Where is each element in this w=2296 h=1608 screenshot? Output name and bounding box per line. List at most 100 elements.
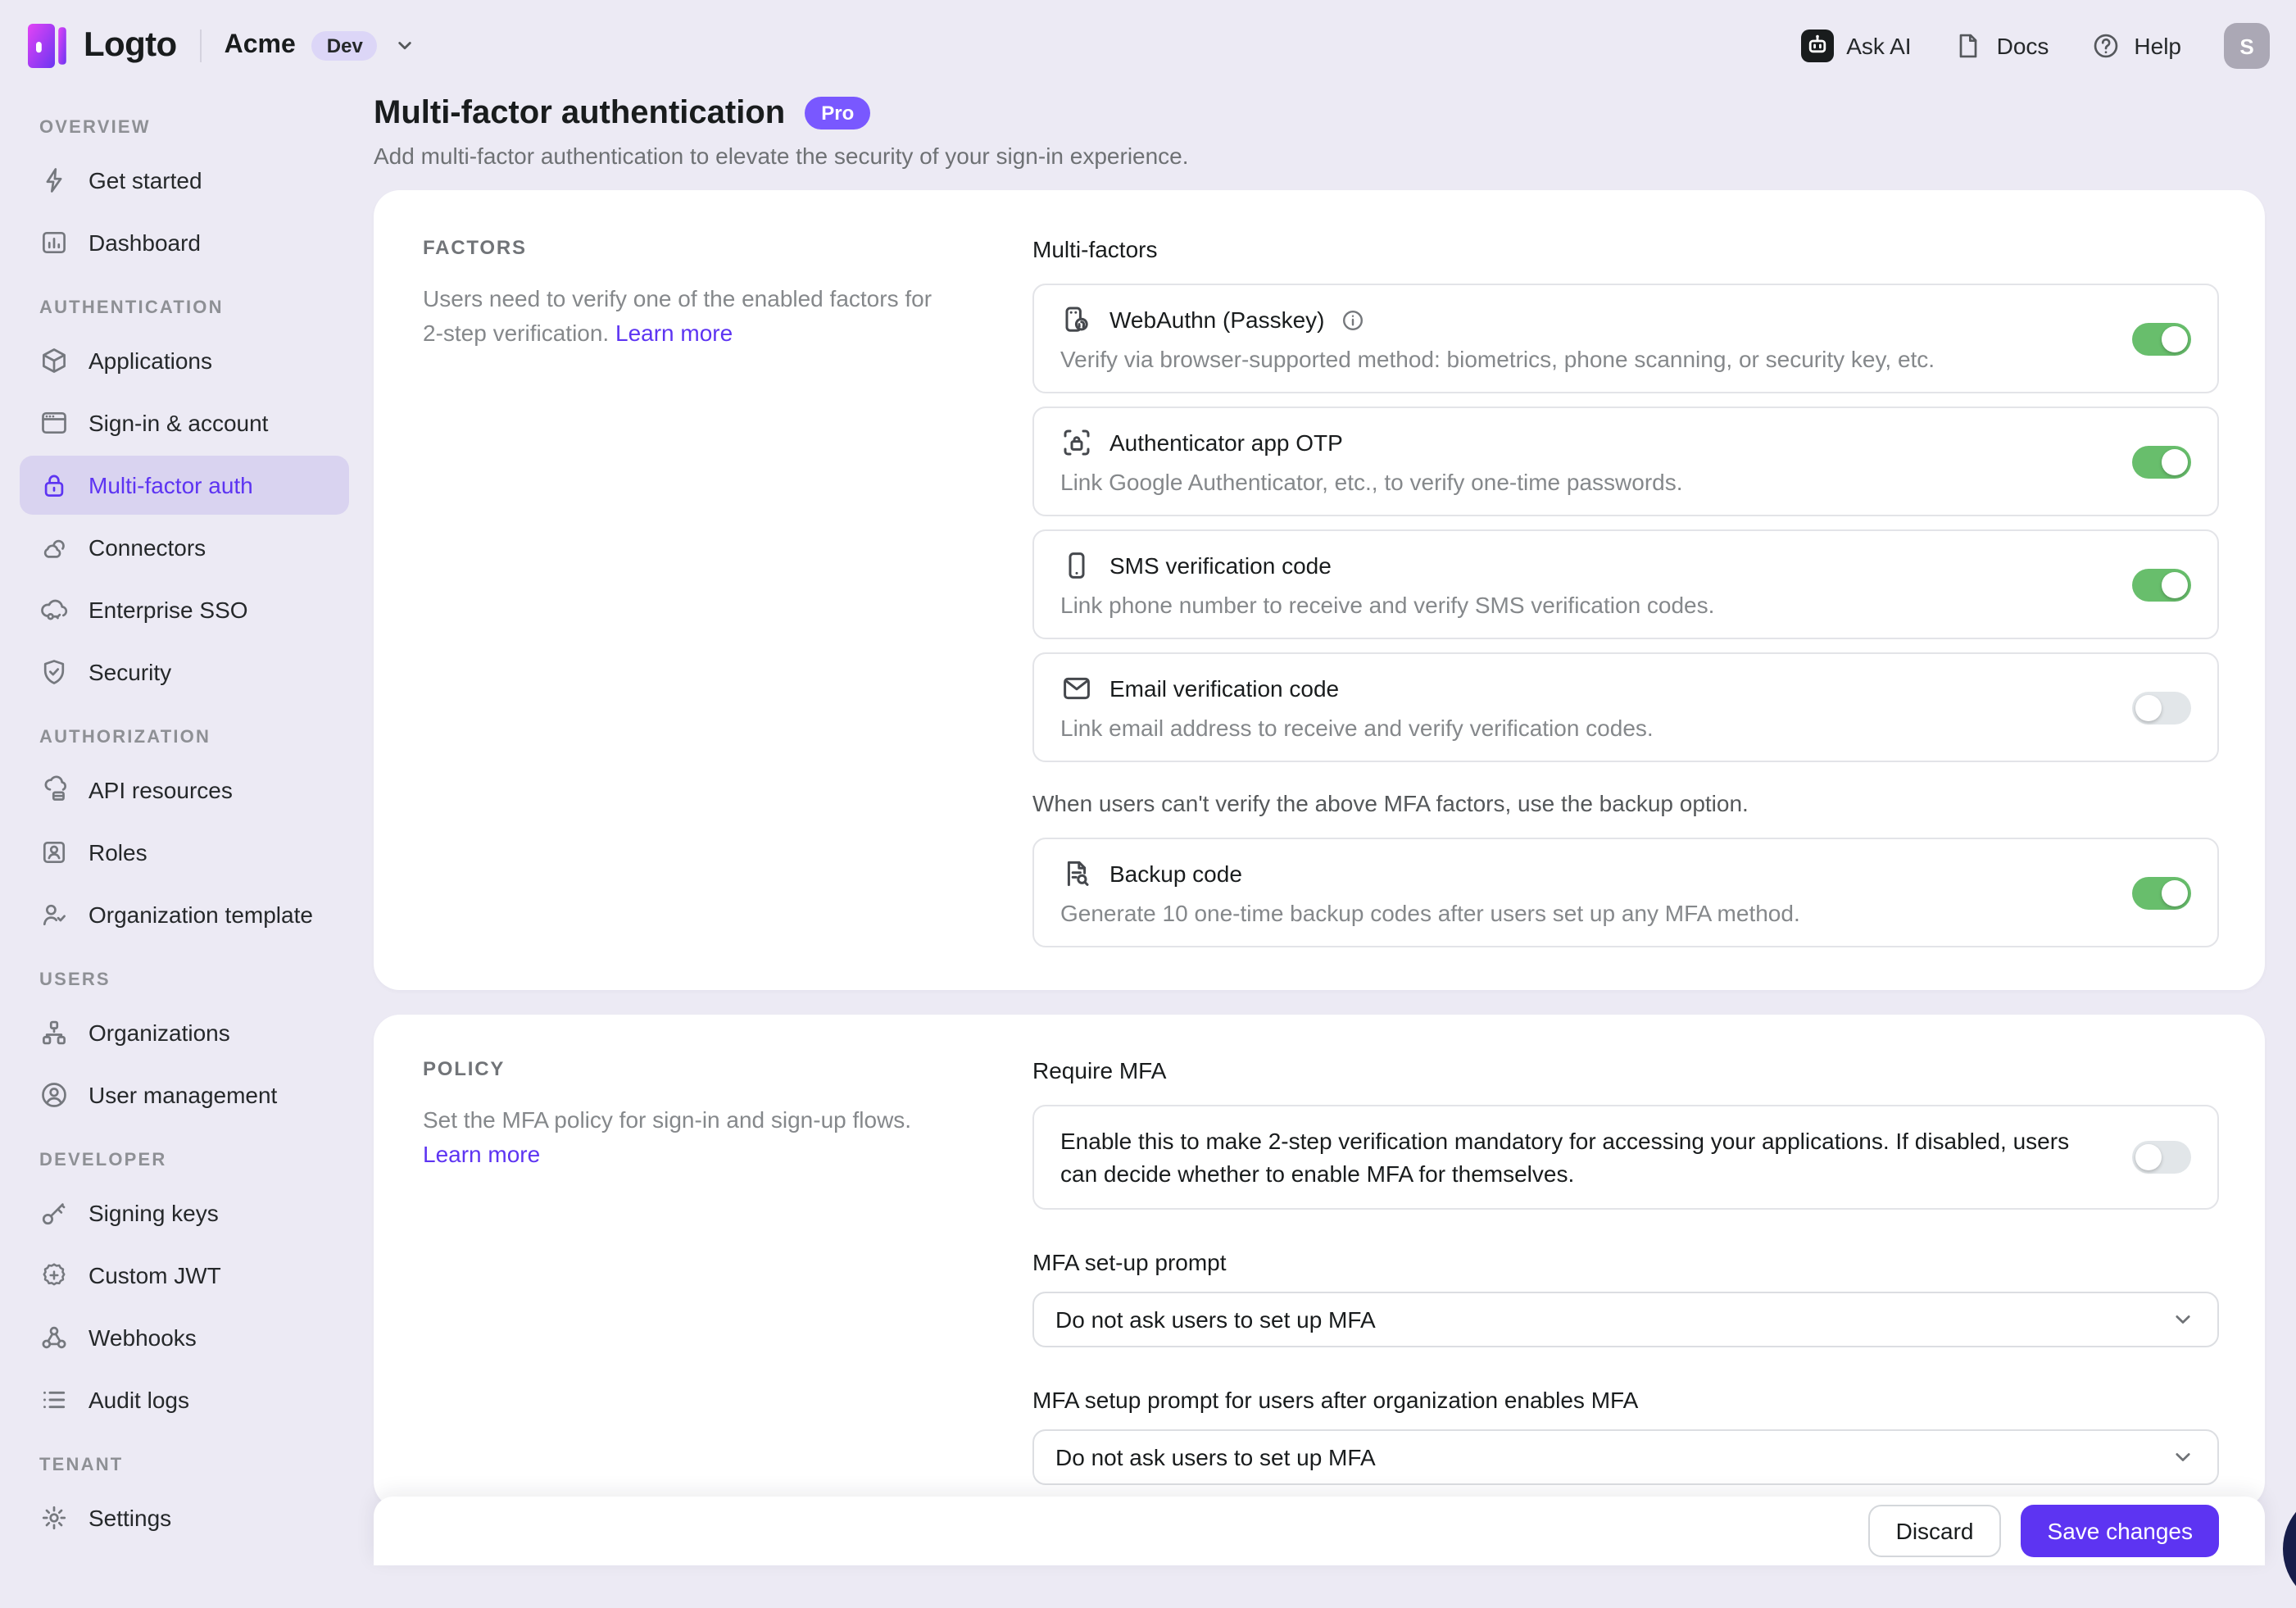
bar-chart-icon <box>39 228 69 257</box>
sidebar-item-dashboard[interactable]: Dashboard <box>20 213 349 272</box>
save-changes-button[interactable]: Save changes <box>2021 1505 2219 1557</box>
sidebar-item-organizations[interactable]: Organizations <box>20 1003 349 1062</box>
help-button[interactable]: Help <box>2091 31 2181 61</box>
sidebar-item-organization-template[interactable]: Organization template <box>20 885 349 944</box>
factors-card: FACTORS Users need to verify one of the … <box>374 190 2265 990</box>
docs-button[interactable]: Docs <box>1954 31 2049 61</box>
help-icon <box>2091 31 2121 61</box>
sidebar-item-roles[interactable]: Roles <box>20 823 349 882</box>
avatar[interactable]: S <box>2224 23 2270 69</box>
sms-toggle[interactable] <box>2132 568 2191 601</box>
user-circle-icon <box>39 1080 69 1110</box>
chat-bubble[interactable] <box>2283 1490 2296 1608</box>
sidebar: OVERVIEW Get started Dashboard AUTHENTIC… <box>0 92 369 1565</box>
authenticator-otp-toggle[interactable] <box>2132 445 2191 478</box>
factor-title: SMS verification code <box>1109 551 1332 580</box>
sidebar-item-custom-jwt[interactable]: Custom JWT <box>20 1246 349 1305</box>
sidebar-item-label: Sign-in & account <box>88 410 268 436</box>
policy-card: POLICY Set the MFA policy for sign-in an… <box>374 1015 2265 1508</box>
logto-console: Logto Acme Dev Ask AI <box>0 0 2296 1565</box>
chevron-down-icon <box>394 34 417 57</box>
tenant-name: Acme <box>225 31 296 61</box>
ask-ai-label: Ask AI <box>1846 33 1911 59</box>
sidebar-item-sign-in-account[interactable]: Sign-in & account <box>20 393 349 452</box>
sidebar-item-label: Custom JWT <box>88 1262 221 1288</box>
passkey-icon <box>1060 303 1093 336</box>
sidebar-section-developer: DEVELOPER <box>39 1151 349 1170</box>
sidebar-item-signing-keys[interactable]: Signing keys <box>20 1183 349 1242</box>
email-toggle[interactable] <box>2132 691 2191 724</box>
sidebar-item-get-started[interactable]: Get started <box>20 151 349 210</box>
id-card-icon <box>39 838 69 867</box>
sidebar-item-label: Signing keys <box>88 1200 219 1226</box>
sidebar-item-label: Settings <box>88 1505 171 1531</box>
sidebar-section-tenant: TENANT <box>39 1456 349 1475</box>
sidebar-item-label: Dashboard <box>88 229 201 256</box>
policy-section-description: Set the MFA policy for sign-in and sign-… <box>423 1103 939 1172</box>
page-subtitle: Add multi-factor authentication to eleva… <box>374 141 2265 170</box>
sidebar-item-label: Get started <box>88 167 202 193</box>
backup-code-toggle[interactable] <box>2132 876 2191 909</box>
factor-row-backup-code: Backup code Generate 10 one-time backup … <box>1032 838 2219 947</box>
webauthn-toggle[interactable] <box>2132 322 2191 355</box>
chevron-down-icon <box>2170 1306 2196 1333</box>
pro-badge: Pro <box>805 97 870 129</box>
policy-learn-more-link[interactable]: Learn more <box>423 1141 540 1167</box>
sidebar-item-label: Organization template <box>88 902 313 928</box>
key-icon <box>39 1198 69 1228</box>
sidebar-item-label: User management <box>88 1082 277 1108</box>
org-mfa-setup-prompt-select[interactable]: Do not ask users to set up MFA <box>1032 1429 2219 1485</box>
logo[interactable]: Logto <box>26 21 177 70</box>
sidebar-item-webhooks[interactable]: Webhooks <box>20 1308 349 1367</box>
sidebar-item-label: Webhooks <box>88 1324 197 1351</box>
sidebar-item-label: Enterprise SSO <box>88 597 248 623</box>
topbar: Logto Acme Dev Ask AI <box>0 0 2296 92</box>
info-icon[interactable] <box>1341 307 1366 332</box>
sidebar-item-applications[interactable]: Applications <box>20 331 349 390</box>
shield-check-icon <box>39 657 69 687</box>
policy-section-label: POLICY <box>423 1057 939 1080</box>
sidebar-item-multi-factor-auth[interactable]: Multi-factor auth <box>20 456 349 515</box>
require-mfa-label: Require MFA <box>1032 1057 2219 1083</box>
chevron-down-icon <box>2170 1444 2196 1470</box>
mfa-setup-prompt-value: Do not ask users to set up MFA <box>1055 1306 1376 1333</box>
factor-row-webauthn: WebAuthn (Passkey) Verify via browser-su… <box>1032 284 2219 393</box>
sidebar-item-api-resources[interactable]: API resources <box>20 761 349 820</box>
sidebar-item-security[interactable]: Security <box>20 643 349 702</box>
sidebar-item-connectors[interactable]: Connectors <box>20 518 349 577</box>
sidebar-item-label: Organizations <box>88 1020 230 1046</box>
sidebar-section-authorization: AUTHORIZATION <box>39 728 349 747</box>
discard-button[interactable]: Discard <box>1868 1505 2002 1557</box>
policy-settings: Require MFA Enable this to make 2-step v… <box>1032 1057 2219 1485</box>
mfa-setup-prompt-select[interactable]: Do not ask users to set up MFA <box>1032 1292 2219 1347</box>
ask-ai-button[interactable]: Ask AI <box>1800 30 1911 62</box>
ask-ai-icon <box>1800 30 1833 62</box>
sidebar-item-label: Roles <box>88 839 147 865</box>
org-chart-icon <box>39 1018 69 1047</box>
tenant-switcher[interactable]: Acme Dev <box>225 31 417 61</box>
sidebar-section-users: USERS <box>39 970 349 990</box>
factors-card-intro: FACTORS Users need to verify one of the … <box>423 236 939 961</box>
document-search-icon <box>1060 857 1093 890</box>
main-content: Multi-factor authentication Pro Add mult… <box>374 92 2265 1565</box>
gear-icon <box>39 1503 69 1533</box>
factors-list: Multi-factors WebAuthn (Passkey) Verify … <box>1032 236 2219 961</box>
policy-card-intro: POLICY Set the MFA policy for sign-in an… <box>423 1057 939 1485</box>
factor-title: Email verification code <box>1109 674 1339 703</box>
topbar-divider <box>200 30 202 62</box>
factor-title: Backup code <box>1109 859 1242 888</box>
sidebar-item-label: API resources <box>88 777 233 803</box>
factor-row-sms: SMS verification code Link phone number … <box>1032 529 2219 639</box>
sidebar-item-settings[interactable]: Settings <box>20 1488 349 1547</box>
sidebar-item-enterprise-sso[interactable]: Enterprise SSO <box>20 580 349 639</box>
factors-learn-more-link[interactable]: Learn more <box>615 320 733 346</box>
sidebar-item-audit-logs[interactable]: Audit logs <box>20 1370 349 1429</box>
env-badge: Dev <box>312 31 378 61</box>
cloud-key-icon <box>39 595 69 625</box>
require-mfa-toggle[interactable] <box>2132 1141 2191 1174</box>
sidebar-item-user-management[interactable]: User management <box>20 1065 349 1124</box>
list-icon <box>39 1385 69 1415</box>
lightning-icon <box>39 166 69 195</box>
docs-label: Docs <box>1997 33 2049 59</box>
help-label: Help <box>2134 33 2181 59</box>
